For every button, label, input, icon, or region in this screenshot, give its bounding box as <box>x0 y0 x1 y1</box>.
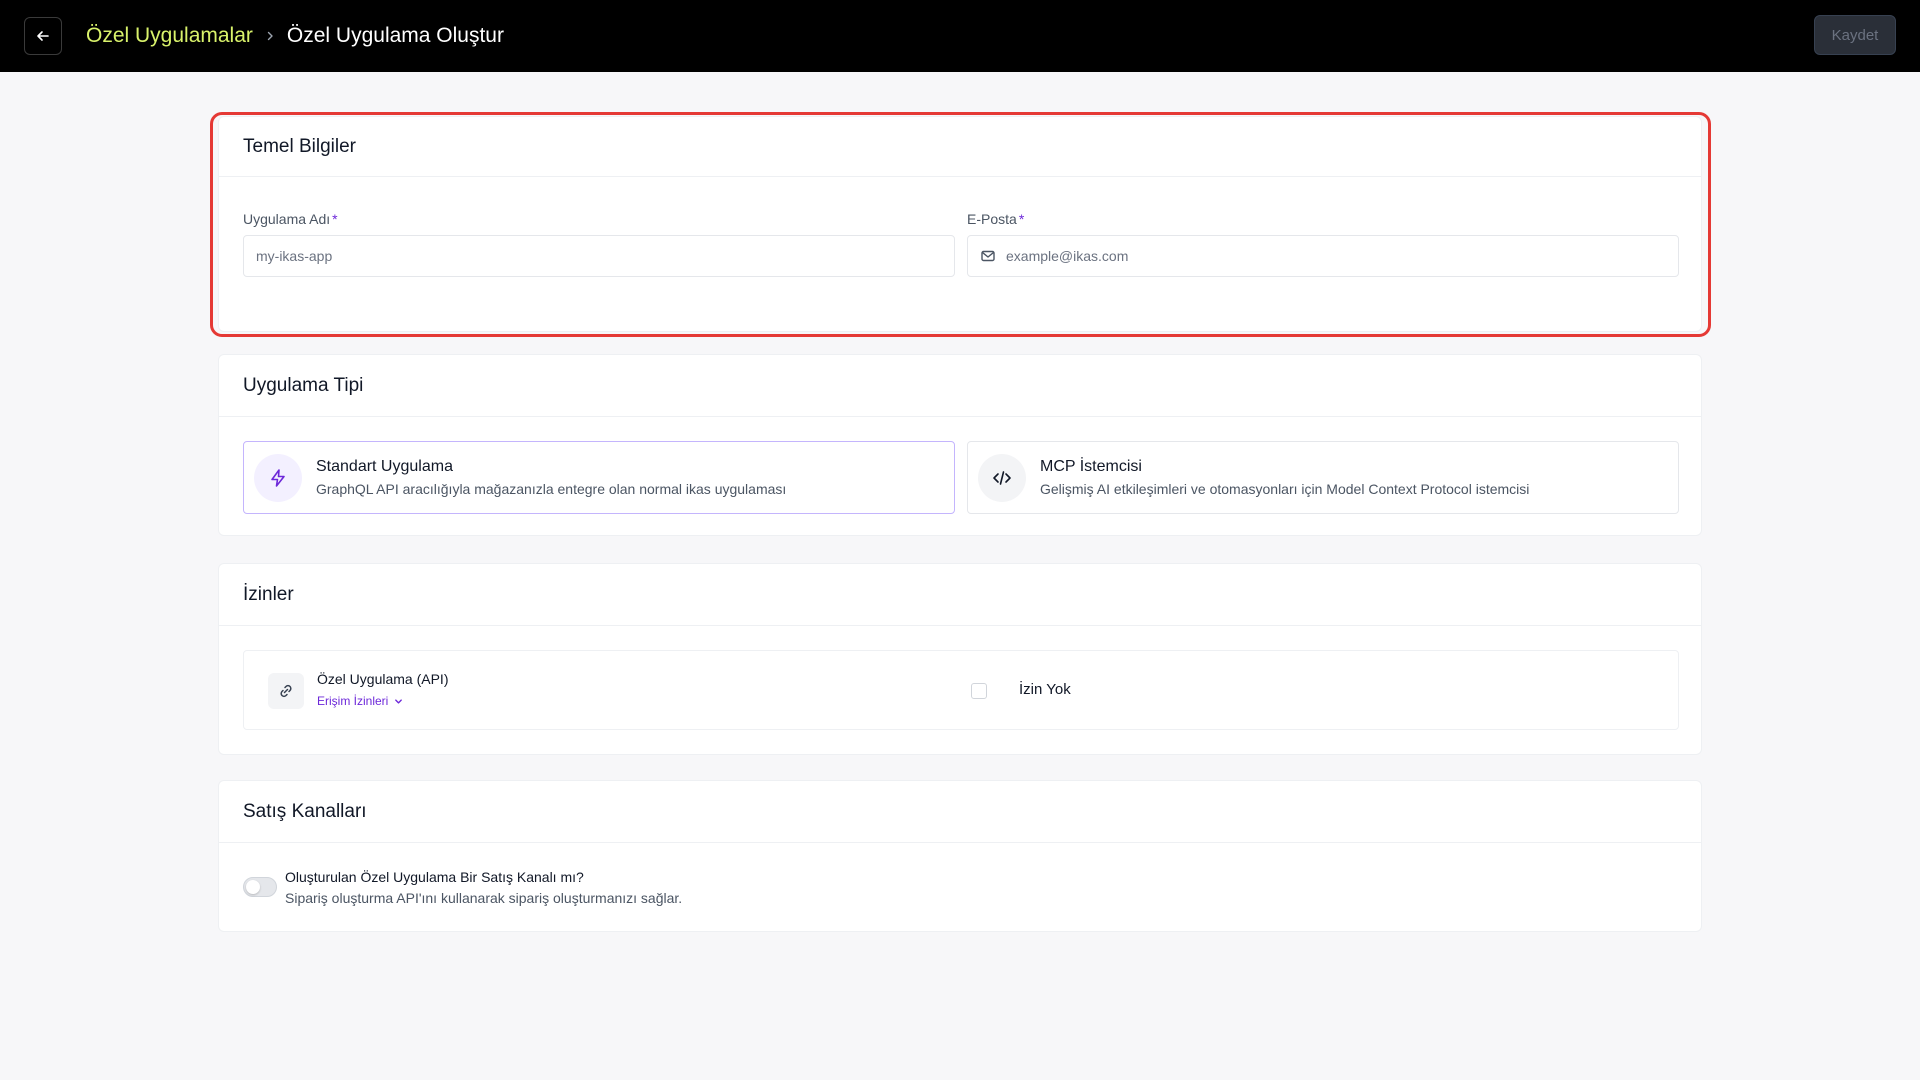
sales-channel-question: Oluşturulan Özel Uygulama Bir Satış Kana… <box>285 869 584 885</box>
access-permissions-label: Erişim İzinleri <box>317 694 389 708</box>
required-mark: * <box>332 211 338 227</box>
app-type-card: Uygulama Tipi Standart Uygulama GraphQL … <box>218 354 1702 536</box>
chevron-right-icon <box>265 31 275 41</box>
code-icon <box>978 453 1026 502</box>
app-name-field-group: Uygulama Adı * my-ikas-app <box>243 211 955 277</box>
type-option-standard[interactable]: Standart Uygulama GraphQL API aracılığıy… <box>243 441 955 514</box>
app-name-input[interactable]: my-ikas-app <box>243 235 955 277</box>
access-permissions-toggle[interactable]: Erişim İzinleri <box>317 694 403 708</box>
permissions-card: İzinler Özel Uygulama (API) Erişim İzinl… <box>218 563 1702 755</box>
type-option-title: Standart Uygulama <box>316 458 453 475</box>
app-name-label: Uygulama Adı * <box>243 211 955 227</box>
email-label-text: E-Posta <box>967 211 1017 227</box>
sales-channel-toggle[interactable] <box>243 877 277 897</box>
permissions-title: İzinler <box>219 564 1701 626</box>
toggle-knob <box>246 880 260 894</box>
email-input[interactable]: example@ikas.com <box>967 235 1679 277</box>
breadcrumb: Özel Uygulamalar Özel Uygulama Oluştur <box>86 24 504 48</box>
permission-row: Özel Uygulama (API) Erişim İzinleri İzin… <box>243 650 1679 730</box>
app-name-label-text: Uygulama Adı <box>243 211 331 227</box>
email-placeholder: example@ikas.com <box>1006 248 1129 264</box>
sales-channels-card: Satış Kanalları Oluşturulan Özel Uygulam… <box>218 780 1702 932</box>
sales-channel-description: Sipariş oluşturma API'ını kullanarak sip… <box>285 890 683 906</box>
sales-channels-title: Satış Kanalları <box>219 781 1701 843</box>
top-bar: Özel Uygulamalar Özel Uygulama Oluştur K… <box>0 0 1920 72</box>
type-option-title: MCP İstemcisi <box>1040 458 1142 475</box>
sales-channels-body: Oluşturulan Özel Uygulama Bir Satış Kana… <box>219 843 1701 933</box>
app-type-options: Standart Uygulama GraphQL API aracılığıy… <box>219 417 1701 537</box>
back-button[interactable] <box>24 17 62 55</box>
basic-info-card: Temel Bilgiler Uygulama Adı * my-ikas-app… <box>218 116 1702 332</box>
lightning-icon <box>254 453 302 502</box>
email-field-group: E-Posta * example@ikas.com <box>967 211 1679 277</box>
type-option-mcp[interactable]: MCP İstemcisi Gelişmiş AI etkileşimleri … <box>967 441 1679 514</box>
no-permission-checkbox[interactable] <box>971 683 987 699</box>
mail-icon <box>981 250 995 262</box>
no-permission-label: İzin Yok <box>1019 681 1071 698</box>
type-option-description: Gelişmiş AI etkileşimleri ve otomasyonla… <box>1040 481 1530 497</box>
required-mark: * <box>1018 211 1025 227</box>
save-button[interactable]: Kaydet <box>1814 15 1896 55</box>
app-type-title: Uygulama Tipi <box>219 355 1701 417</box>
chevron-down-icon <box>395 698 403 704</box>
permission-title: Özel Uygulama (API) <box>317 671 449 687</box>
app-name-placeholder: my-ikas-app <box>256 248 333 264</box>
link-icon <box>268 673 304 709</box>
arrow-left-icon <box>37 31 49 41</box>
breadcrumb-parent-link[interactable]: Özel Uygulamalar <box>86 24 253 48</box>
type-option-description: GraphQL API aracılığıyla mağazanızla ent… <box>316 481 787 497</box>
basic-info-title: Temel Bilgiler <box>219 117 1701 177</box>
email-label: E-Posta * <box>967 211 1679 227</box>
permissions-body: Özel Uygulama (API) Erişim İzinleri İzin… <box>219 626 1701 756</box>
page-title: Özel Uygulama Oluştur <box>286 24 504 47</box>
